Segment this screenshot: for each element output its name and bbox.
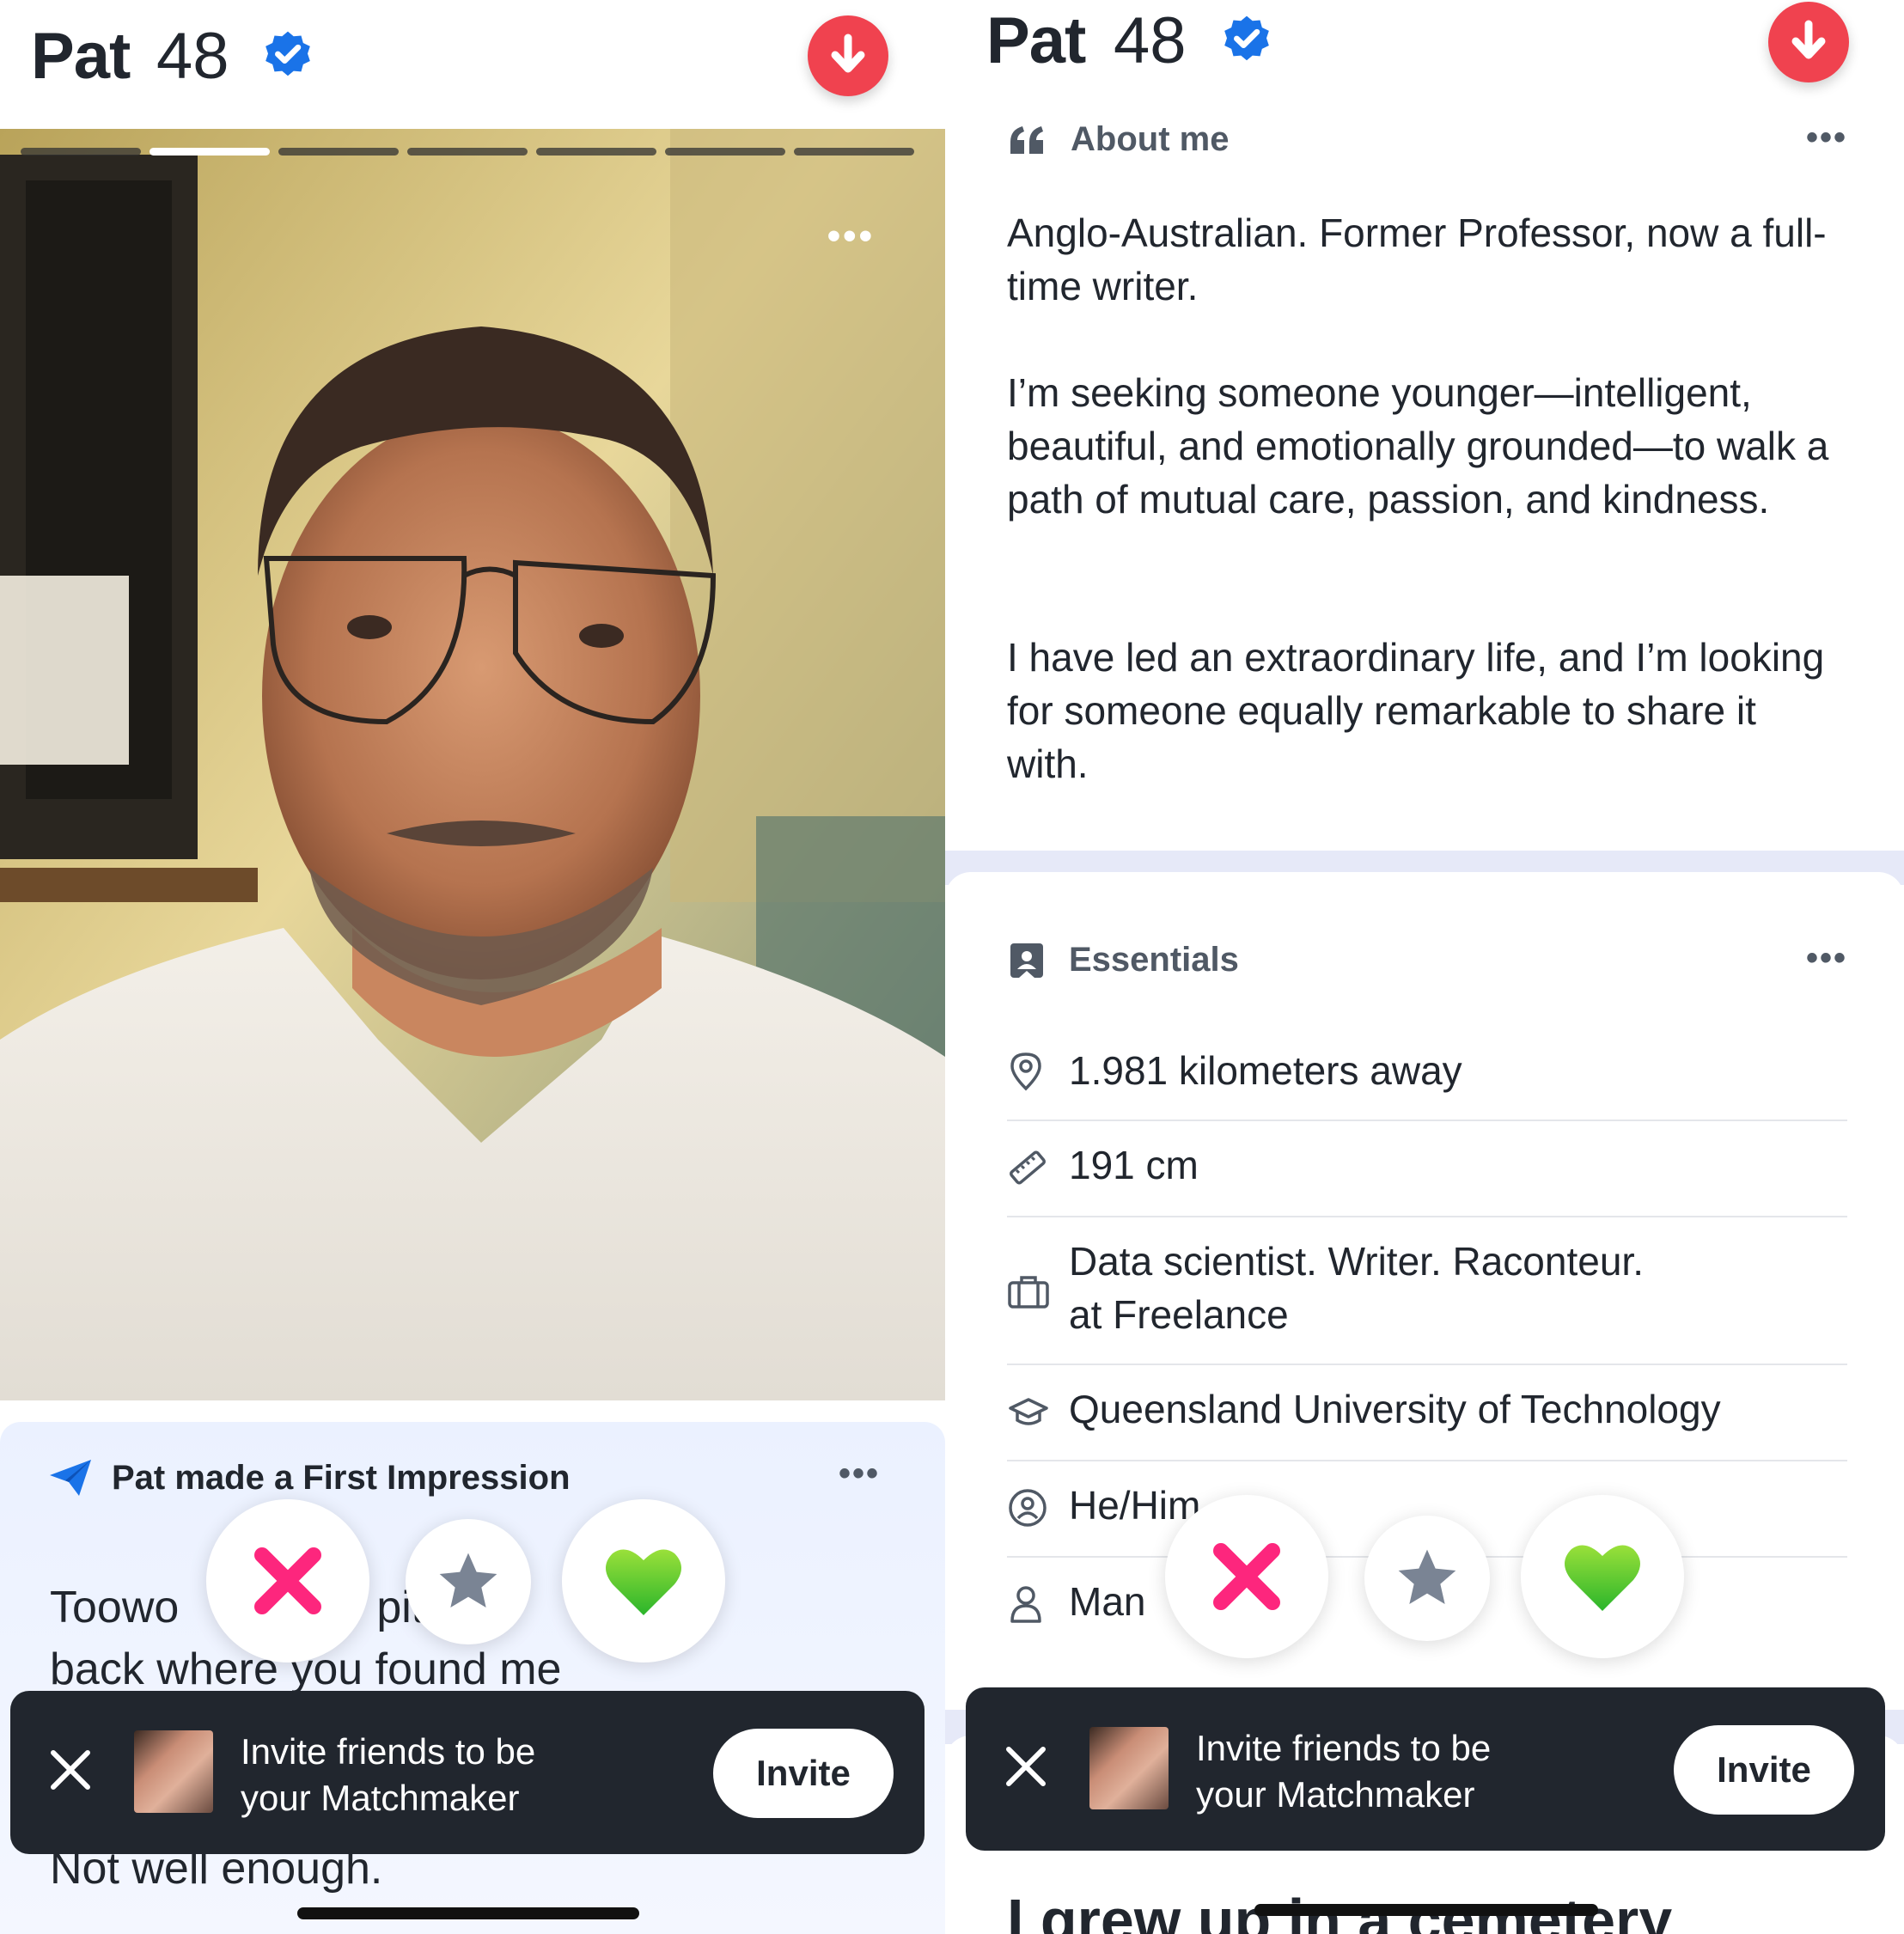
close-icon[interactable]	[48, 1748, 93, 1792]
like-button[interactable]	[562, 1499, 725, 1663]
about-paragraph-2: I’m seeking someone younger—intelligent,…	[1007, 370, 1829, 522]
invite-text-line2: your Matchmaker	[241, 1778, 520, 1818]
heart-icon	[606, 1549, 681, 1615]
super-like-button[interactable]	[406, 1519, 531, 1644]
portrait-image	[0, 129, 945, 1400]
essentials-title: Essentials	[1069, 941, 1239, 979]
progress-segment-active	[150, 148, 270, 156]
progress-segment	[278, 148, 399, 156]
invite-text-line1: Invite friends to be	[1196, 1728, 1492, 1768]
ruler-icon	[1010, 1150, 1046, 1185]
graduation-cap-icon	[1009, 1398, 1048, 1425]
essential-row-school: Queensland University of Technology	[1007, 1365, 1847, 1461]
height-text: 191 cm	[1069, 1143, 1199, 1187]
down-arrow-icon	[831, 34, 865, 73]
heart-icon	[1565, 1545, 1640, 1611]
profile-photo-view: Pat 48 ••• Pat made a First Impression •…	[0, 0, 945, 1934]
gender-text: Man	[1069, 1579, 1146, 1624]
progress-segment	[665, 148, 785, 156]
first-impression-line1a: Toowo	[50, 1583, 180, 1632]
job-text: Data scientist. Writer. Raconteur. at Fr…	[1069, 1235, 1644, 1341]
about-me-title: About me	[1071, 120, 1230, 158]
profile-name: Pat	[986, 4, 1086, 77]
avatar	[134, 1730, 213, 1813]
essential-row-distance: 1.981 kilometers away	[1007, 1027, 1847, 1121]
distance-text: 1.981 kilometers away	[1069, 1048, 1462, 1093]
close-icon	[1213, 1543, 1280, 1610]
verified-badge-icon	[1224, 15, 1269, 61]
pronoun-icon	[1009, 1489, 1047, 1527]
first-impression-header: Pat made a First Impression	[48, 1458, 571, 1498]
first-impression-card: Pat made a First Impression ••• Toowo pit…	[0, 1422, 945, 1934]
home-indicator	[1254, 1904, 1598, 1916]
essentials-more-icon[interactable]: •••	[1806, 939, 1847, 978]
invite-text-line1: Invite friends to be	[241, 1731, 536, 1772]
quote-icon	[1010, 125, 1043, 154]
essential-row-height: 191 cm	[1007, 1121, 1847, 1217]
like-button[interactable]	[1521, 1495, 1684, 1658]
invite-text: Invite friends to be your Matchmaker	[1196, 1725, 1491, 1818]
star-icon	[439, 1553, 497, 1608]
profile-photo[interactable]: •••	[0, 129, 945, 1400]
about-me-card: About me ••• Anglo-Australian. Former Pr…	[945, 112, 1904, 851]
progress-segment	[407, 148, 528, 156]
profile-details-view: Pat 48 About me ••• Anglo-Australian. Fo…	[945, 0, 1904, 1934]
avatar	[1089, 1727, 1169, 1809]
person-icon	[1010, 1586, 1041, 1623]
collapse-profile-button[interactable]	[1768, 2, 1849, 82]
about-paragraph-3: I have led an extraordinary life, and I’…	[1007, 635, 1825, 786]
paper-plane-icon	[50, 1460, 91, 1496]
location-pin-icon	[1010, 1052, 1041, 1091]
first-impression-title: Pat made a First Impression	[112, 1458, 571, 1497]
close-icon[interactable]	[1004, 1744, 1048, 1789]
about-me-header: About me	[1009, 120, 1229, 159]
about-paragraph-1: Anglo-Australian. Former Professor, now …	[1007, 210, 1827, 308]
school-text: Queensland University of Technology	[1069, 1387, 1721, 1431]
essentials-header: Essentials	[1009, 941, 1239, 979]
nope-button[interactable]	[1165, 1495, 1328, 1658]
first-impression-more-icon[interactable]: •••	[839, 1455, 880, 1493]
briefcase-icon	[1008, 1276, 1049, 1309]
profile-card-icon	[1010, 943, 1043, 978]
profile-header: Pat 48	[0, 0, 945, 129]
photo-progress	[21, 148, 914, 156]
home-indicator	[297, 1907, 639, 1919]
star-icon	[1398, 1549, 1456, 1604]
super-like-button[interactable]	[1364, 1516, 1490, 1641]
invite-banner: Invite friends to be your Matchmaker Inv…	[10, 1691, 925, 1854]
profile-age: 48	[1114, 4, 1187, 77]
nope-button[interactable]	[206, 1499, 369, 1663]
progress-segment	[794, 148, 914, 156]
close-icon	[254, 1547, 321, 1614]
progress-segment	[21, 148, 141, 156]
profile-name: Pat	[31, 20, 131, 93]
profile-header: Pat 48	[945, 0, 1904, 112]
pronouns-text: He/Him	[1069, 1483, 1201, 1528]
invite-text: Invite friends to be your Matchmaker	[241, 1729, 535, 1821]
invite-text-line2: your Matchmaker	[1196, 1774, 1475, 1815]
verified-badge-icon	[265, 31, 310, 76]
job-company: at Freelance	[1069, 1292, 1289, 1337]
job-title: Data scientist. Writer. Raconteur.	[1069, 1239, 1644, 1284]
collapse-profile-button[interactable]	[808, 15, 888, 96]
essential-row-job: Data scientist. Writer. Raconteur. at Fr…	[1007, 1217, 1847, 1365]
down-arrow-icon	[1791, 20, 1826, 59]
photo-more-icon[interactable]: •••	[827, 215, 875, 258]
invite-button[interactable]: Invite	[713, 1729, 894, 1818]
invite-banner: Invite friends to be your Matchmaker Inv…	[966, 1687, 1885, 1851]
invite-button[interactable]: Invite	[1674, 1725, 1854, 1815]
about-me-more-icon[interactable]: •••	[1806, 119, 1847, 157]
progress-segment	[536, 148, 656, 156]
profile-age: 48	[156, 20, 229, 93]
